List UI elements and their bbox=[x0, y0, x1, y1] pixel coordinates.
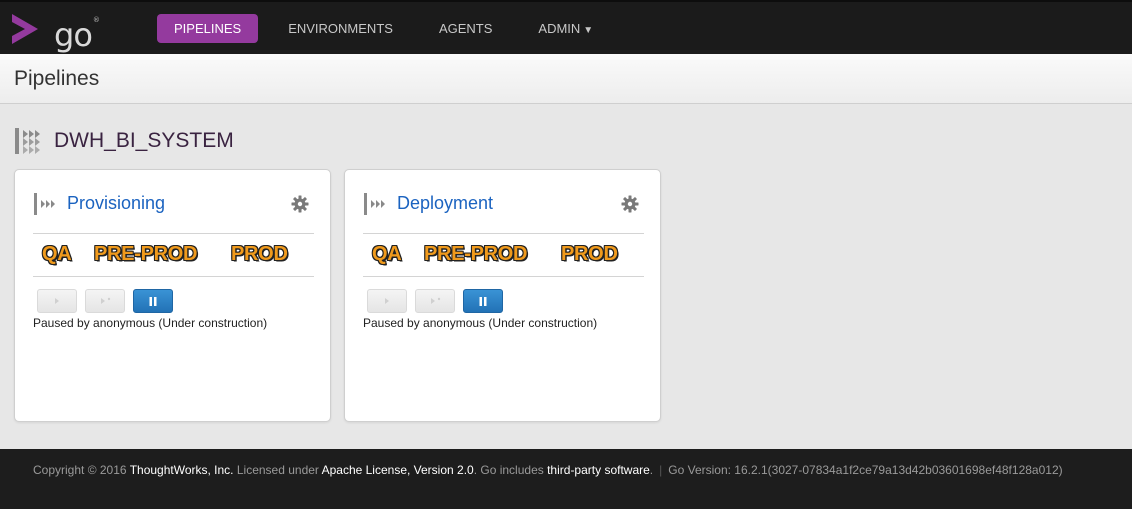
pipeline-name-link[interactable]: Provisioning bbox=[67, 193, 165, 214]
stage-pre-prod[interactable]: PRE-PROD bbox=[424, 243, 527, 266]
pipeline-group-header: DWH_BI_SYSTEM bbox=[14, 126, 234, 156]
page-title: Pipelines bbox=[14, 67, 100, 90]
pipeline-card-header: Deployment bbox=[363, 188, 644, 234]
footer-third-party-link[interactable]: third-party software bbox=[547, 463, 650, 477]
pause-icon bbox=[479, 296, 487, 306]
nav-admin-label: ADMIN bbox=[538, 21, 581, 36]
footer-text: Copyright © 2016 ThoughtWorks, Inc. Lice… bbox=[33, 463, 1063, 477]
pipeline-group-icon bbox=[15, 128, 40, 154]
nav-admin[interactable]: ADMIN ▼ bbox=[522, 14, 609, 43]
trigger-with-options-button[interactable] bbox=[85, 289, 125, 313]
top-header: go® PIPELINES ENVIRONMENTS AGENTS ADMIN ▼ bbox=[0, 0, 1132, 54]
pause-button[interactable] bbox=[133, 289, 173, 313]
pipeline-card-deployment: Deployment QA PRE-PROD PROD Paused by an… bbox=[344, 169, 661, 422]
chevron-down-icon: ▼ bbox=[583, 25, 594, 36]
footer: Copyright © 2016 ThoughtWorks, Inc. Lice… bbox=[0, 449, 1132, 509]
pipeline-stages: QA PRE-PROD PROD bbox=[363, 234, 644, 277]
go-logo-icon bbox=[12, 14, 38, 44]
pipeline-controls bbox=[37, 289, 181, 313]
footer-copyright: Copyright © 2016 bbox=[33, 463, 127, 477]
nav-pipelines[interactable]: PIPELINES bbox=[157, 14, 259, 43]
play-icon bbox=[55, 298, 59, 304]
footer-separator: | bbox=[659, 463, 663, 477]
pipeline-stages: QA PRE-PROD PROD bbox=[33, 234, 314, 277]
pipeline-icon bbox=[34, 193, 55, 215]
page-title-bar: Pipelines bbox=[0, 54, 1132, 104]
footer-licensed: Licensed under bbox=[236, 463, 319, 477]
stage-qa[interactable]: QA bbox=[372, 243, 402, 266]
footer-includes: . Go includes bbox=[473, 463, 544, 477]
footer-license-link[interactable]: Apache License, Version 2.0 bbox=[322, 463, 474, 477]
pipeline-icon bbox=[364, 193, 385, 215]
pipeline-group-name[interactable]: DWH_BI_SYSTEM bbox=[54, 129, 234, 153]
stage-prod[interactable]: PROD bbox=[561, 243, 618, 266]
pipeline-card-header: Provisioning bbox=[33, 188, 314, 234]
stage-prod[interactable]: PROD bbox=[231, 243, 288, 266]
play-with-options-icon bbox=[101, 297, 111, 304]
trigger-with-options-button[interactable] bbox=[415, 289, 455, 313]
footer-version: Go Version: 16.2.1(3027-07834a1f2ce79a13… bbox=[668, 463, 1063, 477]
pause-icon bbox=[149, 296, 157, 306]
pipeline-name-link[interactable]: Deployment bbox=[397, 193, 493, 214]
play-with-options-icon bbox=[431, 297, 441, 304]
main-nav: PIPELINES ENVIRONMENTS AGENTS ADMIN ▼ bbox=[157, 14, 623, 43]
play-icon bbox=[385, 298, 389, 304]
pipeline-card-provisioning: Provisioning QA PRE-PROD PROD Paused by … bbox=[14, 169, 331, 422]
logo-text: go® bbox=[54, 16, 100, 54]
trigger-button[interactable] bbox=[367, 289, 407, 313]
footer-company-link[interactable]: ThoughtWorks, Inc. bbox=[130, 463, 234, 477]
gear-icon[interactable] bbox=[290, 194, 310, 214]
go-logo[interactable]: go® bbox=[10, 10, 100, 54]
footer-period: . bbox=[649, 463, 654, 477]
pipeline-controls bbox=[367, 289, 511, 313]
nav-agents[interactable]: AGENTS bbox=[423, 14, 508, 43]
stage-pre-prod[interactable]: PRE-PROD bbox=[94, 243, 197, 266]
pause-status-text: Paused by anonymous (Under construction) bbox=[363, 316, 598, 330]
stage-qa[interactable]: QA bbox=[42, 243, 72, 266]
pause-button[interactable] bbox=[463, 289, 503, 313]
nav-environments[interactable]: ENVIRONMENTS bbox=[272, 14, 409, 43]
pause-status-text: Paused by anonymous (Under construction) bbox=[33, 316, 268, 330]
gear-icon[interactable] bbox=[620, 194, 640, 214]
trigger-button[interactable] bbox=[37, 289, 77, 313]
